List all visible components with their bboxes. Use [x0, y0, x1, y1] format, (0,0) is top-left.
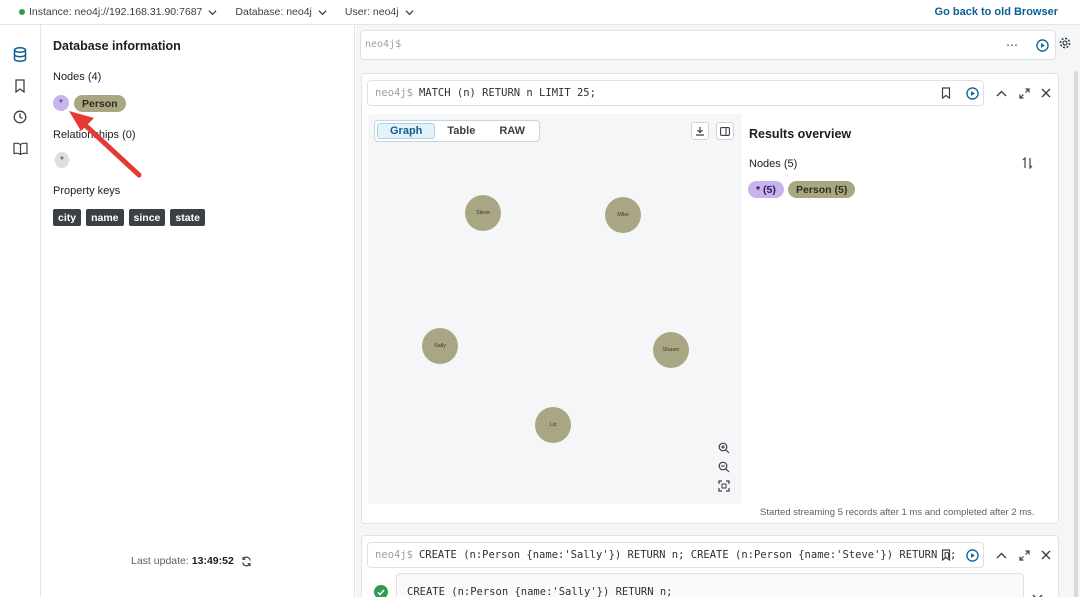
collapse-frame-icon[interactable]: [994, 548, 1008, 562]
nodes-section-title: Nodes (4): [53, 71, 102, 83]
tab-raw[interactable]: RAW: [487, 123, 537, 139]
results-chip-all[interactable]: * (5): [748, 181, 784, 198]
graph-node[interactable]: Shawn: [653, 332, 689, 368]
results-overview-panel: Results overview Nodes (5) * (5) Person …: [742, 114, 1048, 504]
gear-icon[interactable]: [1059, 37, 1071, 49]
query-text: CREATE (n:Person {name:'Sally'}) RETURN …: [418, 549, 957, 561]
rail-item-database[interactable]: [11, 45, 29, 63]
fullscreen-icon[interactable]: [1017, 548, 1031, 562]
graph-node[interactable]: Liz: [535, 407, 571, 443]
property-key-since[interactable]: since: [128, 209, 166, 226]
back-to-old-browser-link[interactable]: Go back to old Browser: [935, 6, 1058, 18]
bookmark-icon: [15, 79, 25, 93]
connection-status-dot: [19, 9, 25, 15]
collapse-frame-icon[interactable]: [994, 86, 1008, 100]
database-icon: [13, 46, 27, 62]
book-icon: [12, 142, 28, 155]
main-area: neo4j$ ⋯ neo4j$ MATCH (n) RETURN n LIMIT…: [356, 25, 1080, 597]
rerun-query-icon[interactable]: [965, 86, 979, 100]
results-nodes-title: Nodes (5): [749, 158, 798, 170]
download-icon: [696, 127, 704, 136]
last-update-status: Last update: 13:49:52: [131, 555, 252, 567]
last-update-time: 13:49:52: [191, 555, 234, 567]
graph-node[interactable]: Sally: [422, 328, 458, 364]
toggle-panel-button[interactable]: [716, 122, 734, 140]
scrollbar[interactable]: [1074, 71, 1078, 597]
property-key-name[interactable]: name: [86, 209, 124, 226]
query-prompt: neo4j$: [375, 549, 413, 561]
query-editor[interactable]: neo4j$ ⋯: [360, 30, 1056, 60]
graph-node[interactable]: Steve: [465, 195, 501, 231]
side-panel-icon: [720, 126, 730, 136]
query-status-line: Started streaming 5 records after 1 ms a…: [760, 507, 1035, 518]
node-label-chip-person[interactable]: Person: [74, 95, 126, 112]
property-key-state[interactable]: state: [170, 209, 205, 226]
property-keys-list: city name since state: [53, 209, 205, 226]
database-selector[interactable]: Database: neo4j: [235, 6, 327, 18]
relationship-type-chip-all[interactable]: *: [54, 152, 70, 168]
statement-result[interactable]: CREATE (n:Person {name:'Sally'}) RETURN …: [396, 573, 1024, 597]
relationships-section-title: Relationships (0): [53, 129, 136, 141]
zoom-to-fit-icon[interactable]: [717, 479, 731, 493]
more-options-icon[interactable]: ⋯: [1006, 38, 1018, 52]
instance-label: Instance: neo4j://192.168.31.90:7687: [29, 6, 203, 18]
result-frame: neo4j$ CREATE (n:Person {name:'Sally'}) …: [361, 535, 1059, 597]
results-chip-person[interactable]: Person (5): [788, 181, 856, 198]
node-label-chip-all[interactable]: *: [53, 95, 69, 111]
query-text: MATCH (n) RETURN n LIMIT 25;: [418, 87, 596, 99]
view-tabs: Graph Table RAW: [374, 120, 540, 142]
property-keys-section-title: Property keys: [53, 185, 121, 197]
zoom-out-icon[interactable]: [717, 460, 731, 474]
sort-icon[interactable]: [1022, 157, 1033, 169]
close-frame-icon[interactable]: [1039, 86, 1053, 100]
frame-query-box[interactable]: neo4j$ CREATE (n:Person {name:'Sally'}) …: [367, 542, 984, 568]
chevron-down-icon: [318, 9, 327, 15]
run-icon[interactable]: [1036, 39, 1049, 52]
result-frame: neo4j$ MATCH (n) RETURN n LIMIT 25; Grap…: [361, 73, 1059, 524]
rail-item-guides[interactable]: [11, 139, 29, 157]
frame-query-box[interactable]: neo4j$ MATCH (n) RETURN n LIMIT 25;: [367, 80, 984, 106]
tab-table[interactable]: Table: [435, 123, 487, 139]
rerun-query-icon[interactable]: [965, 548, 979, 562]
refresh-icon[interactable]: [241, 556, 252, 567]
bookmark-query-icon[interactable]: [939, 86, 953, 100]
history-icon: [13, 110, 27, 124]
download-button[interactable]: [691, 122, 709, 140]
instance-selector[interactable]: Instance: neo4j://192.168.31.90:7687: [19, 6, 217, 18]
query-prompt: neo4j$: [375, 87, 413, 99]
success-check-icon: [374, 585, 388, 597]
database-label: Database: neo4j: [235, 6, 312, 18]
rail-item-favorites[interactable]: [11, 77, 29, 95]
sidebar-rail: [0, 25, 41, 597]
editor-placeholder: neo4j$: [365, 39, 402, 50]
user-label: User: neo4j: [344, 6, 399, 18]
chevron-down-icon: [405, 9, 414, 15]
zoom-in-icon[interactable]: [717, 441, 731, 455]
results-overview-title: Results overview: [749, 127, 852, 141]
fullscreen-icon[interactable]: [1017, 86, 1031, 100]
last-update-label: Last update:: [131, 555, 189, 567]
expand-statement-icon[interactable]: [1032, 588, 1043, 597]
graph-visualization[interactable]: Graph Table RAW Steve Mike Sally Shawn L…: [368, 114, 742, 504]
top-bar: Instance: neo4j://192.168.31.90:7687 Dat…: [0, 0, 1080, 25]
chevron-down-icon: [208, 9, 217, 15]
rail-item-history[interactable]: [11, 108, 29, 126]
bookmark-query-icon[interactable]: [939, 548, 953, 562]
property-key-city[interactable]: city: [53, 209, 82, 226]
panel-title: Database information: [53, 39, 181, 53]
tab-graph[interactable]: Graph: [377, 123, 436, 139]
graph-node[interactable]: Mike: [605, 197, 641, 233]
close-frame-icon[interactable]: [1039, 548, 1053, 562]
database-information-panel: Database information Nodes (4) * Person …: [41, 25, 355, 597]
statement-text: CREATE (n:Person {name:'Sally'}) RETURN …: [407, 586, 673, 597]
user-selector[interactable]: User: neo4j: [345, 6, 414, 18]
